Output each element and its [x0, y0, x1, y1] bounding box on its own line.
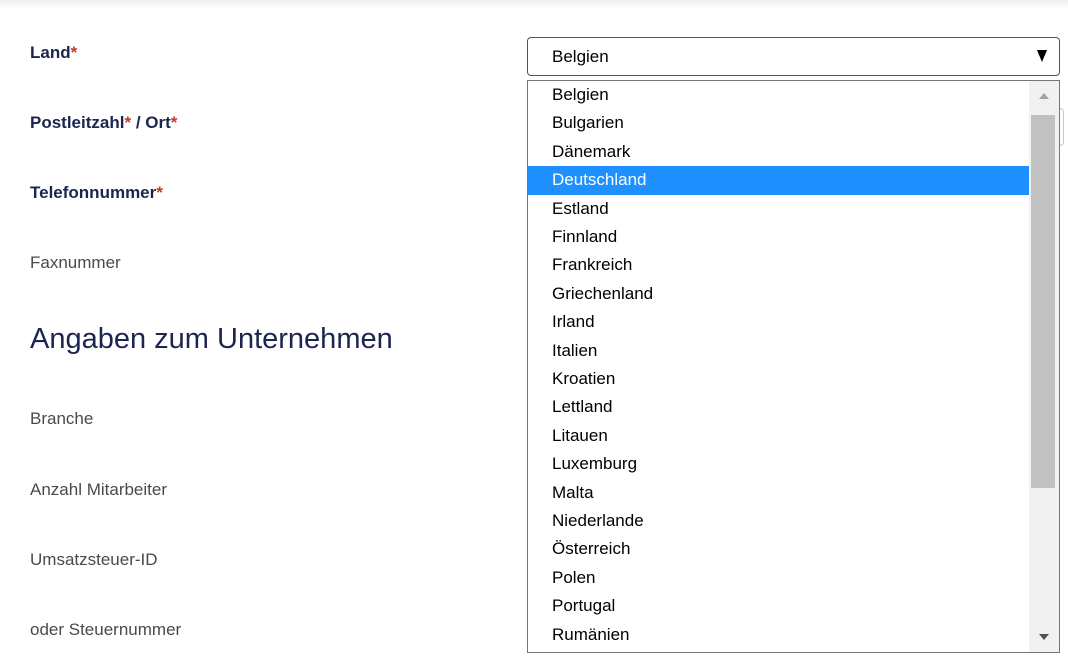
- dropdown-option[interactable]: Italien: [528, 337, 1029, 365]
- dropdown-option[interactable]: Malta: [528, 479, 1029, 507]
- country-label-text: Land: [30, 43, 71, 62]
- dropdown-option[interactable]: Frankreich: [528, 251, 1029, 279]
- dropdown-option[interactable]: Griechenland: [528, 280, 1029, 308]
- dropdown-option[interactable]: Niederlande: [528, 507, 1029, 535]
- required-mark: *: [70, 43, 78, 62]
- dropdown-option[interactable]: Estland: [528, 195, 1029, 223]
- phone-label-text: Telefonnummer: [30, 183, 157, 202]
- company-section-heading: Angaben zum Unternehmen: [30, 323, 393, 355]
- dropdown-option[interactable]: Portugal: [528, 592, 1029, 620]
- dropdown-option[interactable]: Luxemburg: [528, 450, 1029, 478]
- scroll-up-arrow-icon[interactable]: [1029, 81, 1059, 111]
- employees-label: Anzahl Mitarbeiter: [30, 480, 168, 499]
- label-separator: /: [131, 113, 146, 132]
- fax-label: Faxnummer: [30, 253, 121, 272]
- postal-label-text: Postleitzahl: [30, 113, 125, 132]
- country-select[interactable]: Belgien: [527, 37, 1060, 76]
- scrollbar-thumb[interactable]: [1031, 115, 1055, 488]
- dropdown-option[interactable]: Polen: [528, 564, 1029, 592]
- dropdown-scrollbar[interactable]: [1029, 81, 1059, 652]
- dropdown-option[interactable]: Irland: [528, 308, 1029, 336]
- dropdown-option[interactable]: Finnland: [528, 223, 1029, 251]
- city-label-text: Ort: [145, 113, 171, 132]
- industry-label: Branche: [30, 409, 94, 428]
- dropdown-option[interactable]: Belgien: [528, 81, 1029, 109]
- required-mark: *: [156, 183, 163, 202]
- dropdown-option[interactable]: Deutschland: [528, 166, 1029, 195]
- dropdown-option[interactable]: Lettland: [528, 393, 1029, 421]
- required-mark: *: [170, 113, 178, 132]
- tax-number-label: oder Steuernummer: [30, 620, 182, 639]
- dropdown-option[interactable]: Kroatien: [528, 365, 1029, 393]
- country-select-value: Belgien: [552, 47, 609, 66]
- top-edge-shadow: [0, 0, 1068, 10]
- dropdown-option[interactable]: Dänemark: [528, 138, 1029, 166]
- country-dropdown-list[interactable]: Belgien Bulgarien Dänemark Deutschland Estla…: [527, 80, 1060, 653]
- dropdown-option[interactable]: Litauen: [528, 422, 1029, 450]
- dropdown-option[interactable]: Österreich: [528, 535, 1029, 563]
- dropdown-option[interactable]: Bulgarien: [528, 109, 1029, 137]
- dropdown-option[interactable]: Rumänien: [528, 621, 1029, 649]
- postal-city-label: Postleitzahl* / Ort*: [30, 113, 177, 133]
- country-label: Land*: [30, 43, 77, 63]
- phone-label: Telefonnummer*: [30, 183, 163, 203]
- vat-id-label: Umsatzsteuer-ID: [30, 550, 158, 569]
- scroll-down-arrow-icon[interactable]: [1029, 622, 1059, 652]
- chevron-down-icon: [1037, 50, 1047, 62]
